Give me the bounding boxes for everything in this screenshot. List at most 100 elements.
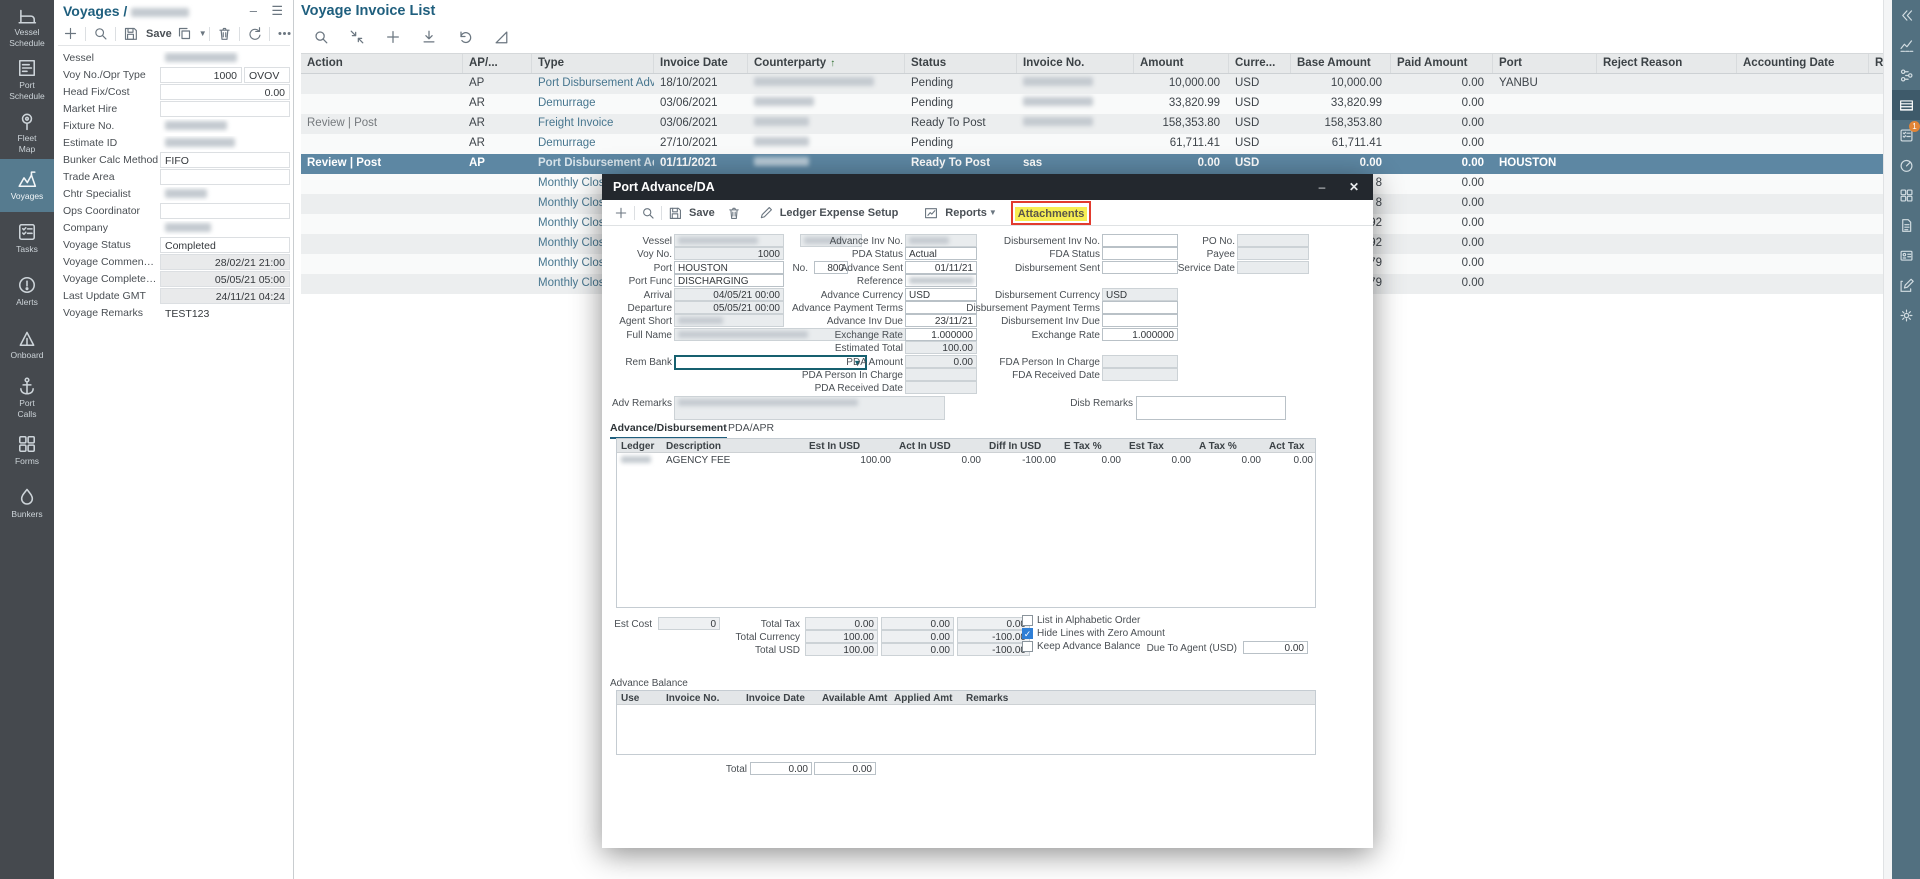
input-disbursement-currency[interactable]: USD	[1102, 288, 1178, 301]
grid-column-use[interactable]: Use	[617, 691, 662, 704]
sidebar-item-port-schedule[interactable]: PortSchedule	[0, 53, 54, 106]
column-header-amount[interactable]: Amount	[1134, 54, 1229, 73]
grid-column-est-in-usd[interactable]: Est In USD	[805, 439, 895, 452]
tab-pda-apr[interactable]: PDA/APR	[728, 422, 774, 437]
input-po-no-[interactable]	[1237, 234, 1309, 247]
input-estimated-total[interactable]: 100.00	[905, 341, 977, 354]
field-value-chtr-specialist[interactable]	[160, 186, 290, 202]
sidebar-item-onboard[interactable]: Onboard	[0, 318, 54, 371]
table-row[interactable]: Review | PostAPPort Disbursement Advance…	[301, 154, 1884, 174]
column-header-invoice-no-[interactable]: Invoice No.	[1017, 54, 1134, 73]
grid-row[interactable]: AGENCY FEE100.000.00-100.000.000.000.000…	[617, 453, 1315, 467]
input-exchange-rate[interactable]: 1.000000	[1102, 328, 1178, 341]
grid-column-act-tax[interactable]: Act Tax	[1265, 439, 1317, 452]
undo-icon[interactable]	[457, 29, 473, 45]
grid-column-act-in-usd[interactable]: Act In USD	[895, 439, 985, 452]
field-value-bunker-calc-method[interactable]: FIFO	[160, 152, 290, 168]
table-row[interactable]: APPort Disbursement Advance18/10/2021Pen…	[301, 74, 1884, 94]
input-due-to-agent[interactable]: 0.00	[1243, 641, 1308, 654]
right-nav-settings[interactable]	[1892, 300, 1920, 330]
caret-down-icon[interactable]: ▼	[199, 29, 207, 38]
collapse-icon[interactable]	[349, 29, 365, 45]
add-icon[interactable]	[63, 26, 78, 41]
right-nav-hierarchy[interactable]	[1892, 60, 1920, 90]
input-reference[interactable]	[905, 274, 977, 287]
field-value-voyage-status[interactable]: Completed	[160, 237, 290, 253]
right-nav-apps[interactable]	[1892, 180, 1920, 210]
grid-column-invoice-no-[interactable]: Invoice No.	[662, 691, 742, 704]
column-header-accounting-date[interactable]: Accounting Date	[1737, 54, 1869, 73]
field-value-last-update-gmt[interactable]: 24/11/21 04:24	[160, 288, 290, 304]
right-nav-dashboard[interactable]	[1892, 150, 1920, 180]
column-header-type[interactable]: Type	[532, 54, 654, 73]
field-value-voyage-remarks[interactable]: TEST123	[160, 305, 290, 321]
checkbox-hide-lines-with-zero-amount[interactable]: ✓Hide Lines with Zero Amount	[1022, 628, 1165, 639]
column-header-reject-reason[interactable]: Reject Reason	[1597, 54, 1737, 73]
table-row[interactable]: ARDemurrage27/10/2021Pending61,711.41USD…	[301, 134, 1884, 154]
save-icon[interactable]	[123, 26, 138, 41]
grid-column-available-amt[interactable]: Available Amt	[818, 691, 890, 704]
input-disb-remarks[interactable]	[1136, 396, 1286, 420]
input-disbursement-inv-due[interactable]	[1102, 314, 1178, 327]
field-value-voyage-commence-g-[interactable]: 28/02/21 21:00	[160, 254, 290, 270]
input-adv-remarks[interactable]	[674, 396, 945, 420]
table-row[interactable]: ARDemurrage03/06/2021Pending33,820.99USD…	[301, 94, 1884, 114]
column-header-re-[interactable]: Re...	[1869, 54, 1884, 73]
copy-icon[interactable]	[177, 26, 192, 41]
input-fda-received-date[interactable]	[1102, 368, 1178, 381]
scroll-gutter[interactable]	[1883, 0, 1892, 879]
right-nav-document[interactable]	[1892, 210, 1920, 240]
panel-menu-icon[interactable]: ☰	[271, 4, 283, 17]
input-disbursement-payment-terms[interactable]	[1102, 301, 1178, 314]
right-nav-task-list[interactable]: 1	[1892, 120, 1920, 150]
field-value-voyage-complete-gmt[interactable]: 05/05/21 05:00	[160, 271, 290, 287]
column-header-counterparty[interactable]: Counterparty↑	[748, 54, 905, 73]
grid-column-ledger[interactable]: Ledger	[617, 439, 662, 452]
sidebar-item-forms[interactable]: Forms	[0, 424, 54, 477]
right-nav-grid-view[interactable]	[1892, 90, 1920, 120]
sidebar-item-vessel-schedule[interactable]: VesselSchedule	[0, 0, 54, 53]
sidebar-item-tasks[interactable]: Tasks	[0, 212, 54, 265]
right-nav-analytics[interactable]	[1892, 30, 1920, 60]
table-row[interactable]: Review | PostARFreight Invoice03/06/2021…	[301, 114, 1884, 134]
input-service-date[interactable]	[1237, 261, 1309, 274]
field-value-opr-type[interactable]: OVOV	[244, 67, 290, 83]
right-nav-notes[interactable]	[1892, 270, 1920, 300]
field-value-market-hire[interactable]	[160, 101, 290, 117]
field-value-ops-coordinator[interactable]	[160, 203, 290, 219]
sidebar-item-fleet-map[interactable]: FleetMap	[0, 106, 54, 159]
input-pda-received-date[interactable]	[905, 381, 977, 394]
grid-column-diff-in-usd[interactable]: Diff In USD	[985, 439, 1060, 452]
checkbox-icon[interactable]	[1022, 641, 1033, 652]
input-payee[interactable]	[1237, 247, 1309, 260]
field-value-vessel[interactable]	[160, 50, 290, 66]
sidebar-item-port-calls[interactable]: PortCalls	[0, 371, 54, 424]
save-button[interactable]: Save	[146, 28, 172, 40]
checkbox-icon[interactable]	[1022, 615, 1033, 626]
search-icon[interactable]	[313, 29, 329, 45]
grid-column-description[interactable]: Description	[662, 439, 805, 452]
column-header-base-amount[interactable]: Base Amount	[1291, 54, 1391, 73]
column-header-curre-[interactable]: Curre...	[1229, 54, 1291, 73]
right-nav-collapse[interactable]	[1892, 0, 1920, 30]
grid-column-e-tax-[interactable]: E Tax %	[1060, 439, 1125, 452]
tab-advance-disbursement[interactable]: Advance/Disbursement	[610, 422, 727, 439]
sidebar-item-bunkers[interactable]: Bunkers	[0, 477, 54, 530]
more-icon[interactable]	[277, 26, 292, 41]
grid-column-applied-amt[interactable]: Applied Amt	[890, 691, 962, 704]
panel-minimize-icon[interactable]: –	[250, 4, 257, 17]
field-value-trade-area[interactable]	[160, 169, 290, 185]
column-header-action[interactable]: Action	[301, 54, 463, 73]
grid-column-est-tax[interactable]: Est Tax	[1125, 439, 1195, 452]
field-value-company[interactable]	[160, 220, 290, 236]
grid-column-remarks[interactable]: Remarks	[962, 691, 1312, 704]
column-header-paid-amount[interactable]: Paid Amount	[1391, 54, 1493, 73]
field-value-voy-no-opr-type[interactable]: 1000	[160, 67, 242, 83]
download-icon[interactable]	[421, 29, 437, 45]
refresh-icon[interactable]	[247, 26, 262, 41]
field-value-head-fix-cost[interactable]: 0.00	[160, 84, 290, 100]
column-header-port[interactable]: Port	[1493, 54, 1597, 73]
column-header-invoice-date[interactable]: Invoice Date	[654, 54, 748, 73]
search-icon[interactable]	[93, 26, 108, 41]
column-header-ap-[interactable]: AP/...	[463, 54, 532, 73]
